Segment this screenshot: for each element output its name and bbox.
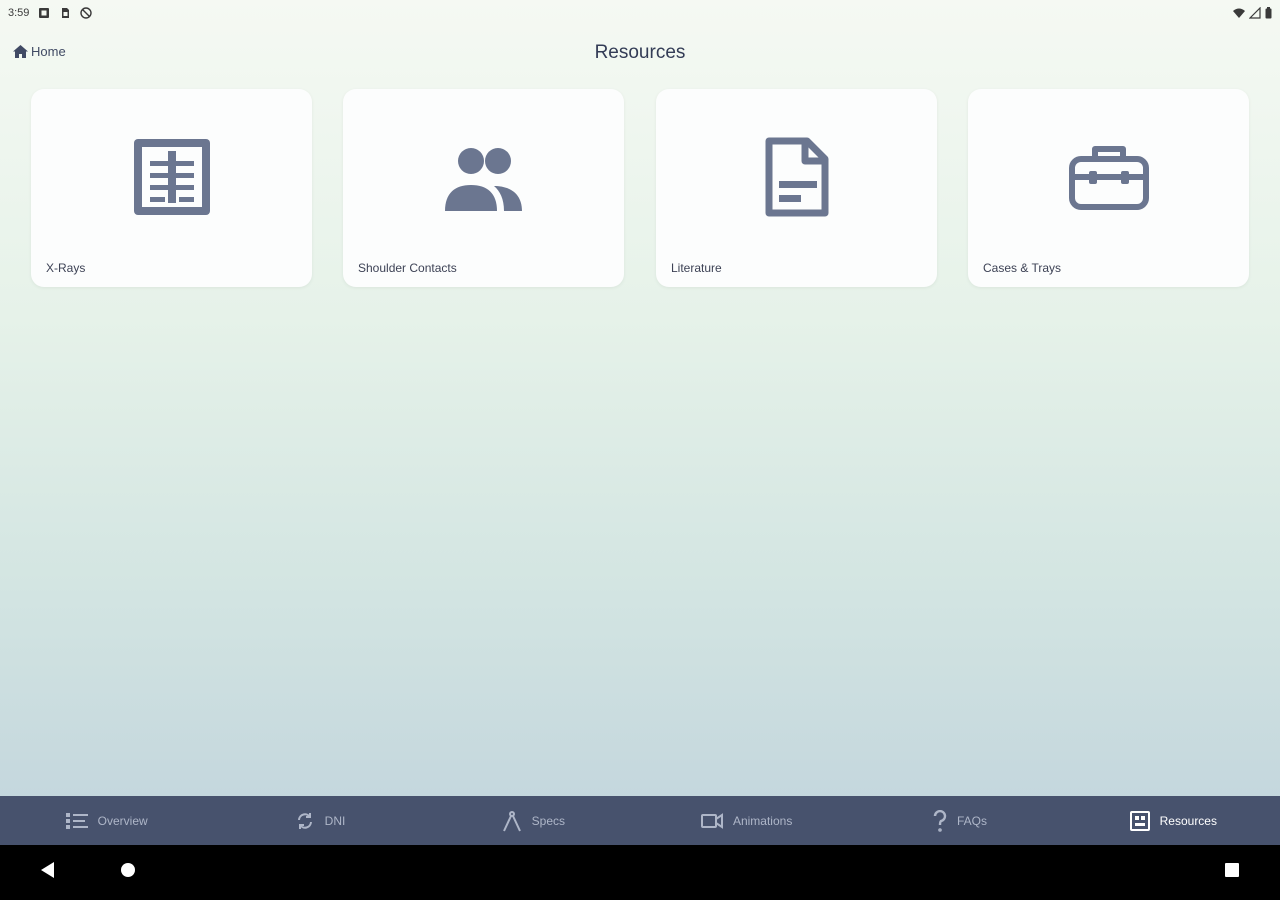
list-icon bbox=[65, 812, 88, 830]
signal-icon bbox=[1249, 7, 1261, 19]
document-icon bbox=[656, 135, 937, 219]
question-icon bbox=[933, 809, 947, 832]
people-icon bbox=[343, 135, 624, 219]
recents-square-icon bbox=[1224, 862, 1240, 883]
nav-overview-label: Overview bbox=[97, 813, 148, 828]
video-icon bbox=[700, 812, 723, 829]
cases-trays-card[interactable]: Cases & Trays bbox=[968, 89, 1249, 287]
sync-icon bbox=[295, 811, 315, 831]
nav-faqs[interactable]: FAQs bbox=[853, 796, 1066, 845]
xrays-card[interactable]: X-Rays bbox=[31, 89, 312, 287]
nav-resources-label: Resources bbox=[1159, 813, 1217, 828]
xrays-card-label: X-Rays bbox=[46, 261, 86, 275]
system-nav-bar bbox=[0, 845, 1280, 900]
wifi-icon bbox=[1233, 7, 1245, 19]
no-sync-icon bbox=[80, 7, 93, 19]
x-ray-icon bbox=[31, 135, 312, 219]
nav-resources[interactable]: Resources bbox=[1067, 796, 1280, 845]
nav-overview[interactable]: Overview bbox=[0, 796, 213, 845]
recents-button[interactable] bbox=[1214, 845, 1250, 900]
nav-animations-label: Animations bbox=[732, 813, 793, 828]
literature-card-label: Literature bbox=[671, 261, 722, 275]
nav-specs[interactable]: Specs bbox=[427, 796, 640, 845]
status-bar: 3:59 bbox=[0, 0, 1280, 26]
shoulder-contacts-card[interactable]: Shoulder Contacts bbox=[343, 89, 624, 287]
top-bar: Home Resources bbox=[0, 36, 1280, 72]
sim-card-icon bbox=[59, 7, 71, 19]
resources-icon bbox=[1129, 810, 1150, 831]
back-button[interactable] bbox=[30, 845, 64, 900]
shoulder-contacts-card-label: Shoulder Contacts bbox=[358, 261, 457, 275]
compass-icon bbox=[502, 810, 522, 832]
back-icon bbox=[39, 861, 55, 884]
battery-icon bbox=[1265, 7, 1272, 19]
cases-trays-card-label: Cases & Trays bbox=[983, 261, 1062, 275]
page-title: Resources bbox=[594, 42, 686, 63]
status-time: 3:59 bbox=[8, 7, 30, 19]
nav-dni-label: DNI bbox=[324, 813, 346, 828]
resource-cards: X-Rays Shoulder Contacts Literature Case… bbox=[31, 89, 1251, 289]
nav-specs-label: Specs bbox=[531, 813, 565, 828]
home-circle-icon bbox=[120, 862, 136, 883]
home-system-button[interactable] bbox=[110, 845, 146, 900]
nav-faqs-label: FAQs bbox=[956, 813, 987, 828]
bottom-nav: Overview DNI Specs Animations FAQs Resou… bbox=[0, 796, 1280, 845]
nav-animations[interactable]: Animations bbox=[640, 796, 853, 845]
literature-card[interactable]: Literature bbox=[656, 89, 937, 287]
toolbox-icon bbox=[968, 135, 1249, 219]
nav-dni[interactable]: DNI bbox=[213, 796, 426, 845]
notification-icon bbox=[38, 7, 50, 19]
